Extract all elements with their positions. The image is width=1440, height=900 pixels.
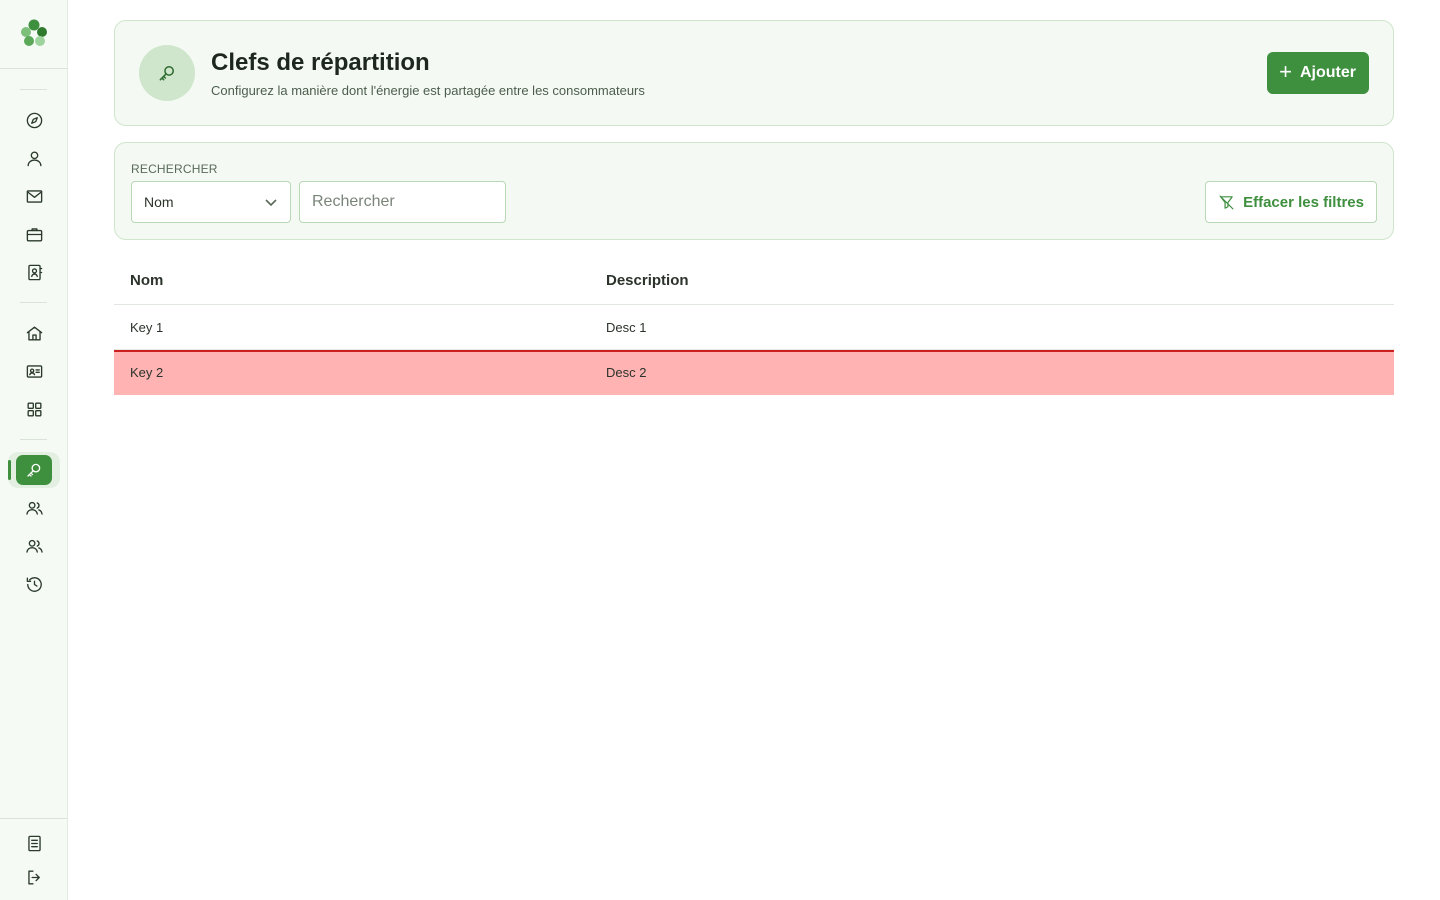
header-icon-badge (139, 45, 195, 101)
users-icon (25, 501, 43, 515)
cell-description: Desc 2 (606, 365, 647, 380)
grid-icon (26, 401, 42, 417)
clear-filters-button[interactable]: Effacer les filtres (1205, 181, 1377, 223)
key-icon (159, 66, 174, 81)
compass-icon (26, 112, 42, 128)
sidebar-item-user[interactable] (22, 146, 46, 170)
document-icon (27, 835, 41, 851)
sidebar-divider (0, 818, 67, 819)
cell-name: Key 2 (130, 365, 164, 380)
user-icon (26, 150, 42, 166)
users-icon (25, 539, 43, 553)
cell-description: Desc 1 (606, 320, 647, 335)
briefcase-icon (26, 227, 42, 242)
search-input[interactable] (299, 181, 506, 223)
table-row-selected[interactable]: Key 2 Desc 2 (114, 350, 1394, 395)
sidebar-item-home[interactable] (22, 321, 46, 345)
sidebar-item-briefcase[interactable] (22, 222, 46, 246)
history-icon (26, 576, 42, 592)
sidebar-item-documentation[interactable] (22, 831, 46, 855)
sidebar-divider (20, 302, 47, 303)
id-card-icon (26, 364, 42, 378)
table-row[interactable]: Key 1 Desc 1 (114, 305, 1394, 350)
page-header: Clefs de répartition Configurez la maniè… (114, 20, 1394, 126)
add-button-label: Ajouter (1300, 64, 1356, 81)
sidebar-divider (20, 89, 47, 90)
search-label: RECHERCHER (131, 162, 218, 176)
key-icon (27, 463, 41, 477)
search-field-value: Nom (144, 194, 174, 210)
plus-icon: + (1279, 59, 1292, 84)
chevron-down-icon (264, 195, 278, 209)
sidebar-active-indicator (8, 460, 11, 480)
mail-icon (26, 189, 42, 203)
sidebar-item-repartition-keys[interactable] (16, 455, 52, 485)
page-title: Clefs de répartition (211, 49, 430, 76)
sidebar-item-compass[interactable] (22, 108, 46, 132)
logout-icon (27, 869, 40, 885)
contact-book-icon (27, 264, 42, 280)
sidebar-item-grid[interactable] (22, 397, 46, 421)
sidebar-item-logout[interactable] (22, 865, 46, 889)
table-header: Nom Description (114, 256, 1394, 305)
sidebar-item-mail[interactable] (22, 184, 46, 208)
clear-filters-label: Effacer les filtres (1243, 193, 1364, 211)
app-logo[interactable] (18, 18, 50, 48)
add-button[interactable]: + Ajouter (1267, 52, 1369, 94)
filter-off-icon (1219, 195, 1234, 209)
cell-name: Key 1 (130, 320, 164, 335)
sidebar-item-id-card[interactable] (22, 359, 46, 383)
sidebar-divider (0, 68, 67, 69)
keys-table: Nom Description Key 1 Desc 1 Key 2 Desc … (114, 256, 1394, 395)
sidebar-item-groups[interactable] (22, 534, 46, 558)
column-header-name[interactable]: Nom (130, 272, 163, 289)
column-header-description[interactable]: Description (606, 272, 689, 289)
sidebar-divider (20, 439, 47, 440)
page-subtitle: Configurez la manière dont l'énergie est… (211, 83, 645, 98)
search-field-select[interactable]: Nom (131, 181, 291, 223)
search-panel: RECHERCHER Nom Effacer les filtres (114, 142, 1394, 240)
sidebar-item-history[interactable] (22, 572, 46, 596)
sidebar-item-contacts[interactable] (22, 260, 46, 284)
sidebar (0, 0, 68, 900)
sidebar-item-users[interactable] (22, 496, 46, 520)
home-icon (26, 325, 42, 341)
